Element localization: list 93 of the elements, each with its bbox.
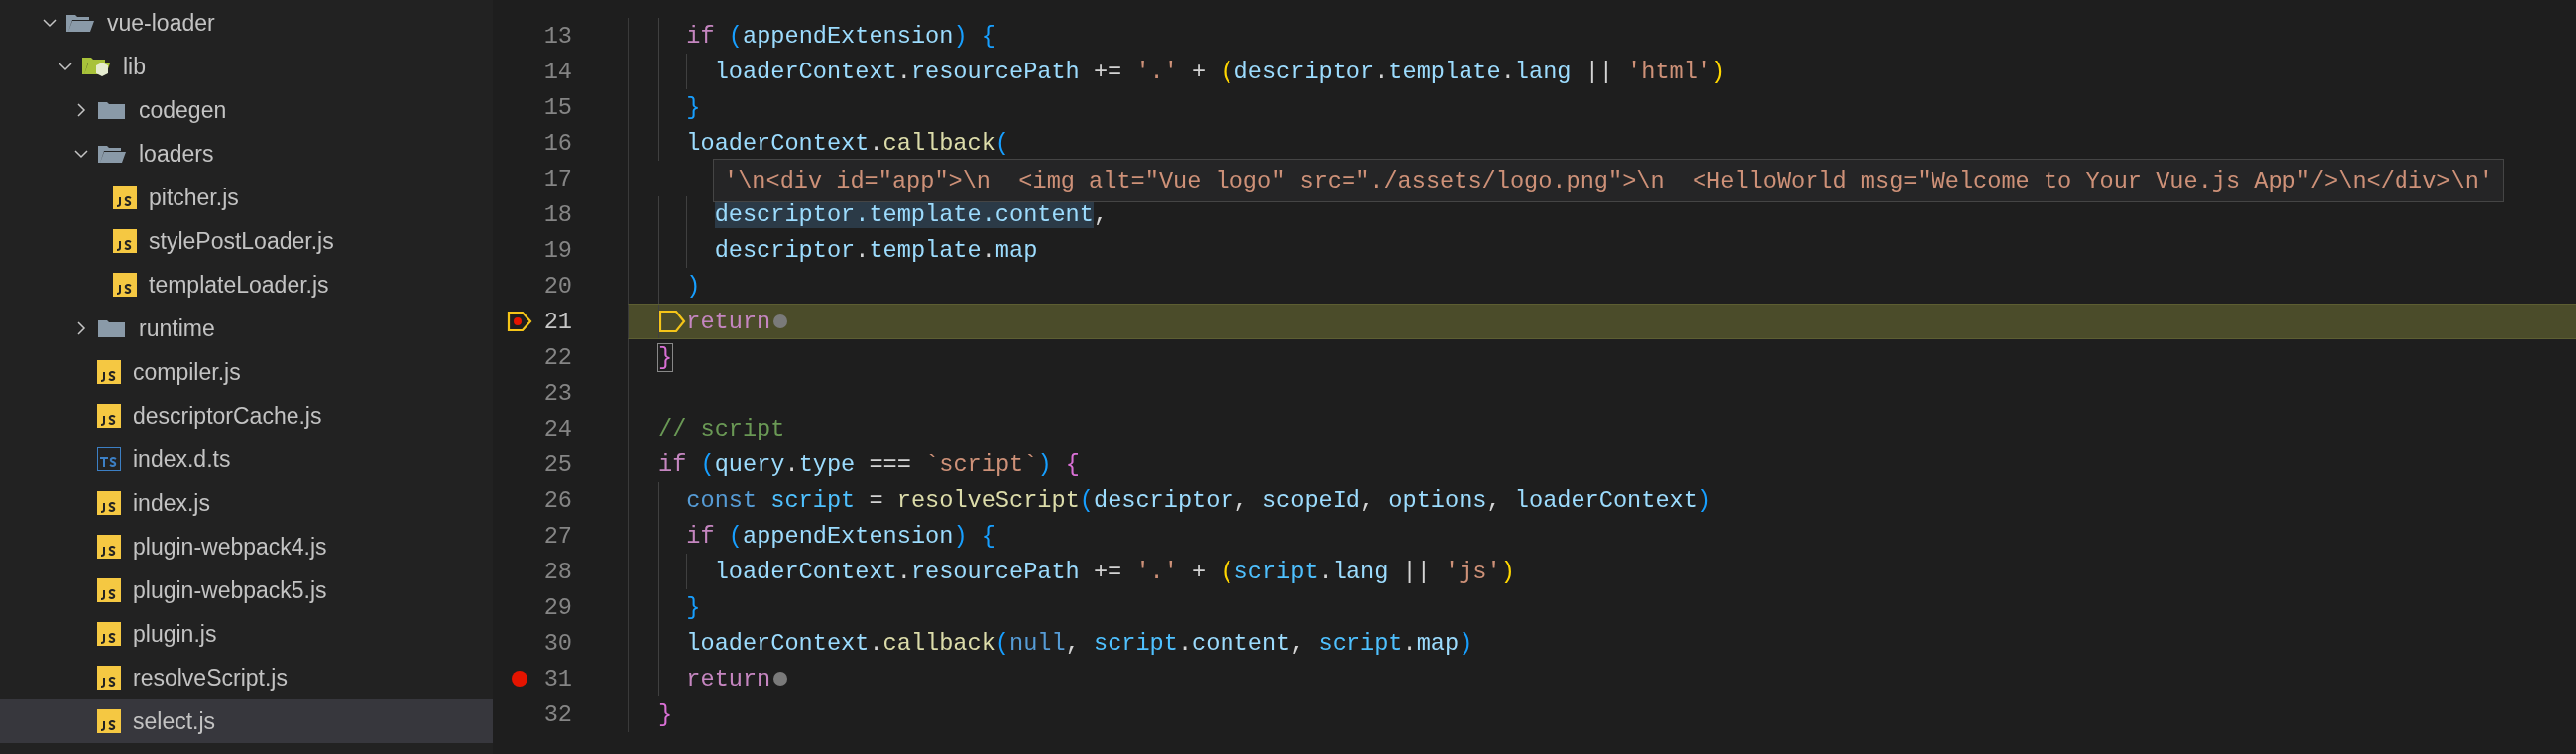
code-line: return	[685, 665, 771, 692]
line-number: 13	[542, 22, 572, 50]
tree-item[interactable]: loaders	[0, 132, 493, 176]
line-number: 27	[542, 522, 572, 550]
line-number: 21	[542, 308, 572, 335]
javascript-file-icon	[97, 622, 121, 646]
inline-breakpoint-icon[interactable]	[772, 671, 789, 687]
javascript-file-icon	[97, 666, 121, 690]
line-number: 15	[542, 93, 572, 121]
file-name: resolveScript.js	[133, 664, 288, 691]
line-number: 19	[542, 236, 572, 264]
line-number: 29	[542, 593, 572, 621]
open-folder-icon	[65, 12, 95, 34]
file-name: pitcher.js	[149, 184, 239, 211]
code-line: if (query.type === `script`) {	[658, 450, 1080, 478]
file-name: templateLoader.js	[149, 271, 329, 299]
tree-item[interactable]: vue-loader	[0, 1, 493, 45]
javascript-file-icon	[97, 709, 121, 733]
folder-icon	[97, 317, 127, 339]
line-number: 22	[542, 343, 572, 371]
javascript-file-icon	[97, 578, 121, 602]
file-name: index.d.ts	[133, 445, 231, 473]
tree-item[interactable]: plugin.js	[0, 612, 493, 656]
tree-item[interactable]: index.js	[0, 481, 493, 525]
line-number: 32	[542, 700, 572, 728]
tree-item[interactable]: stylePostLoader.js	[0, 219, 493, 263]
library-folder-icon	[81, 55, 111, 78]
breakpoint-icon[interactable]	[511, 670, 528, 688]
line-number: 20	[542, 272, 572, 300]
tree-item[interactable]: resolveScript.js	[0, 656, 493, 699]
file-name: lib	[123, 53, 146, 80]
javascript-file-icon	[113, 273, 137, 297]
javascript-file-icon	[97, 535, 121, 559]
code-line: loaderContext.resourcePath += '.' + (descriptor.template.lang || 'html')	[713, 58, 1726, 85]
file-name: plugin-webpack4.js	[133, 533, 327, 561]
open-folder-icon	[97, 143, 127, 165]
code-line: }	[685, 593, 701, 621]
line-number: 24	[542, 415, 572, 442]
code-line: loaderContext.resourcePath += '.' + (script.lang || 'js')	[713, 558, 1515, 585]
file-name: select.js	[133, 707, 216, 735]
code-line: if (appendExtension) {	[685, 22, 995, 50]
javascript-file-icon	[97, 404, 121, 428]
file-name: compiler.js	[133, 358, 241, 386]
tree-item[interactable]: plugin-webpack4.js	[0, 525, 493, 568]
tree-item[interactable]: lib	[0, 45, 493, 88]
current-statement-icon	[658, 309, 686, 334]
file-name: loaders	[139, 140, 214, 168]
javascript-file-icon	[113, 186, 137, 209]
tree-item[interactable]: templateLoader.js	[0, 263, 493, 307]
code-line: // script	[658, 415, 785, 442]
file-name: stylePostLoader.js	[149, 227, 334, 255]
tree-item[interactable]: runtime	[0, 307, 493, 350]
line-number: 31	[542, 665, 572, 692]
line-number: 16	[542, 129, 572, 157]
paused-breakpoint-icon[interactable]	[507, 311, 532, 332]
tree-item[interactable]: descriptorCache.js	[0, 394, 493, 438]
tree-item[interactable]: compiler.js	[0, 350, 493, 394]
code-line: }	[658, 700, 673, 728]
code-line: }	[685, 93, 701, 121]
file-name: runtime	[139, 314, 215, 342]
code-line: descriptor.template.map	[713, 236, 1038, 264]
file-name: plugin-webpack5.js	[133, 576, 327, 604]
code-line: )	[685, 272, 701, 300]
selected-tree-item[interactable]: select.js	[0, 699, 493, 743]
line-number: 30	[542, 629, 572, 657]
line-number: 25	[542, 450, 572, 478]
javascript-file-icon	[97, 360, 121, 384]
tree-item[interactable]: index.d.ts	[0, 438, 493, 481]
line-number: 23	[542, 379, 572, 407]
code-line: loaderContext.callback(null, script.content, script.map)	[685, 629, 1473, 657]
tree-item[interactable]: codegen	[0, 88, 493, 132]
javascript-file-icon	[113, 229, 137, 253]
line-number: 26	[542, 486, 572, 514]
file-name: codegen	[139, 96, 227, 124]
line-number: 14	[542, 58, 572, 85]
value-tooltip: '\n<div id="app">\n <img alt="Vue logo" src="./assets/logo.png">\n <HelloWorld msg="Welcome to Your Vue.js App"/>\n</div>\n'	[713, 159, 2504, 202]
code-line: const script = resolveScript(descriptor, scopeId, options, loaderContext)	[685, 486, 1712, 514]
code-line: }	[658, 343, 673, 371]
file-name: plugin.js	[133, 620, 217, 648]
file-name: vue-loader	[107, 9, 215, 37]
code-line: loaderContext.callback(	[685, 129, 1009, 157]
line-number: 28	[542, 558, 572, 585]
tree-item[interactable]: plugin-webpack5.js	[0, 568, 493, 612]
file-name: index.js	[133, 489, 210, 517]
typescript-file-icon	[97, 447, 121, 471]
code-line: if (appendExtension) {	[685, 522, 995, 550]
line-number: 17	[542, 165, 572, 192]
tree-item[interactable]: pitcher.js	[0, 176, 493, 219]
folder-icon	[97, 99, 127, 121]
javascript-file-icon	[97, 491, 121, 515]
code-line: return	[686, 308, 771, 335]
file-name: descriptorCache.js	[133, 402, 322, 430]
line-number: 18	[542, 200, 572, 228]
